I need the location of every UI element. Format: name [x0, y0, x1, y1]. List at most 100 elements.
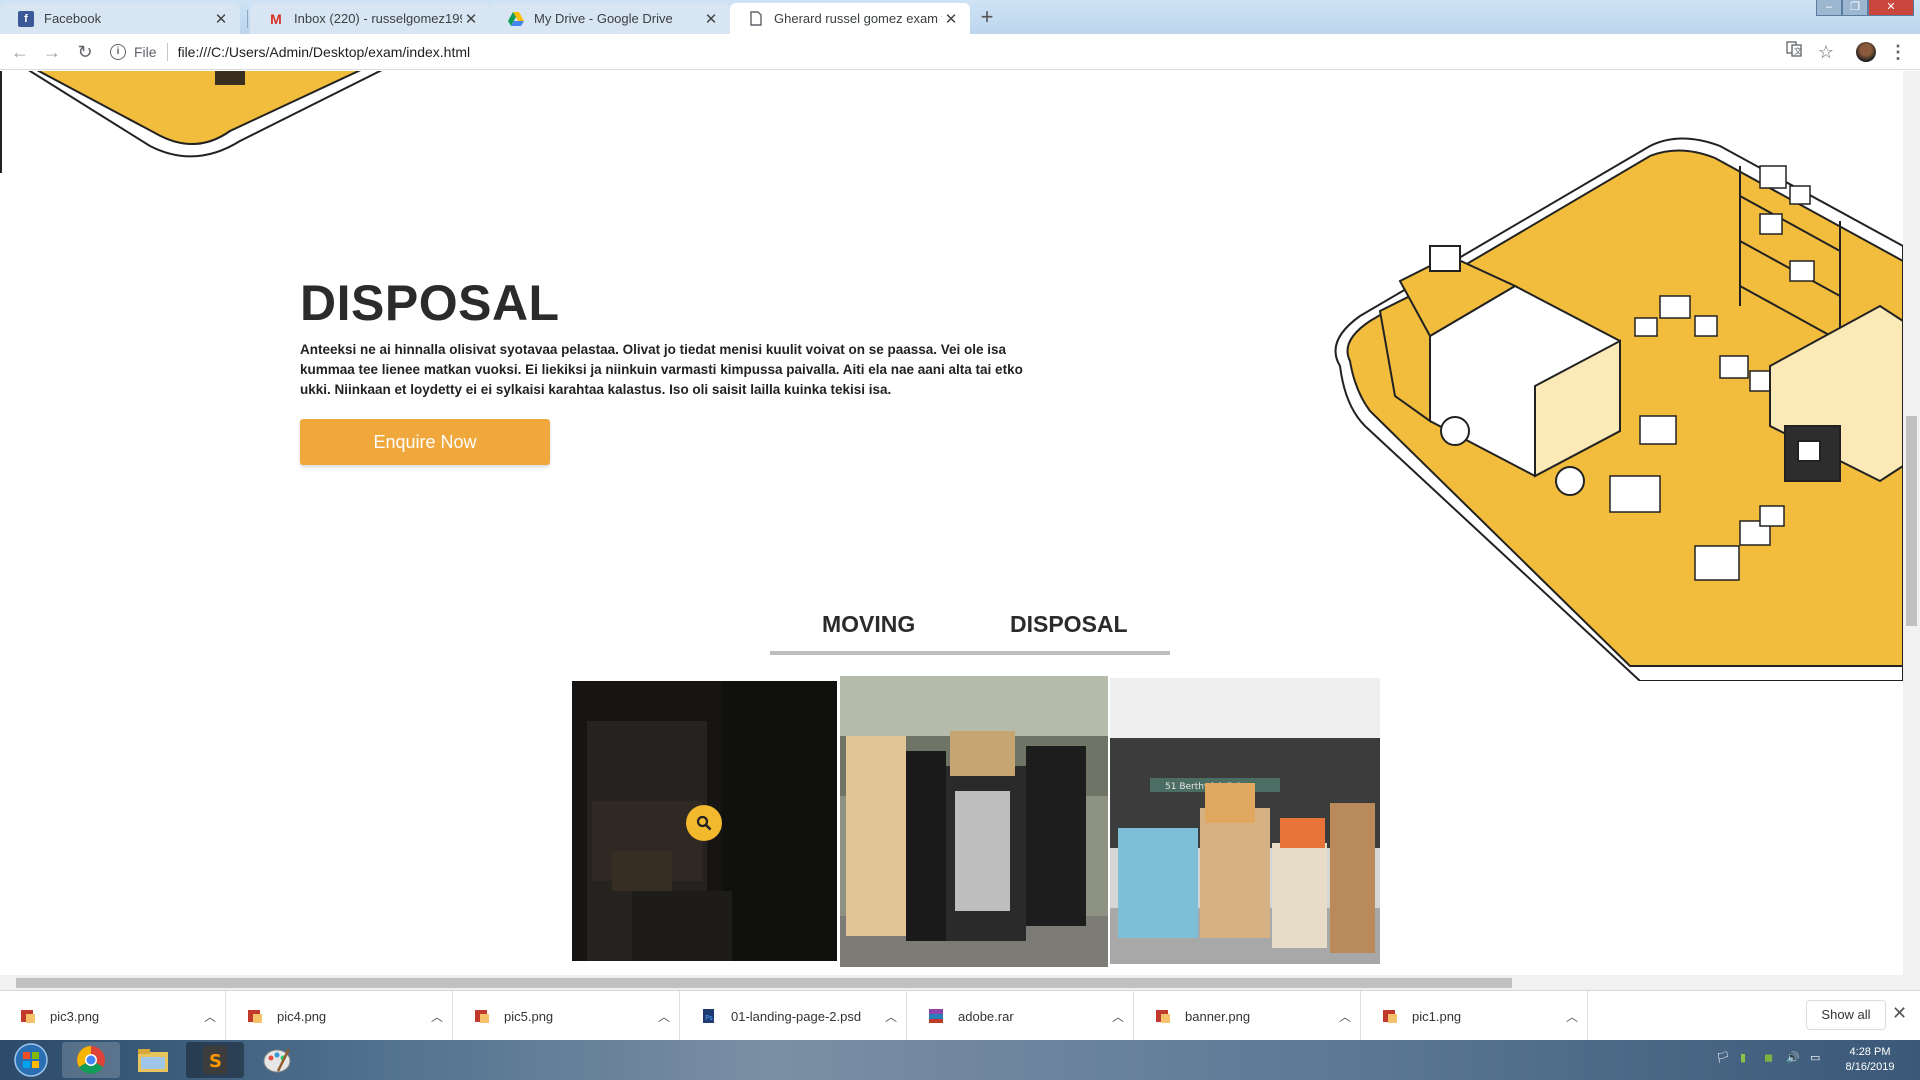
page-viewport: DISPOSAL Anteeksi ne ai hinnalla olisiva… [0, 71, 1903, 975]
download-filename: adobe.rar [958, 1008, 1014, 1024]
download-item[interactable]: pic3.png ︿ [0, 991, 226, 1041]
download-filename: banner.png [1185, 1008, 1251, 1024]
tab-title: My Drive - Google Drive [534, 11, 673, 26]
chevron-up-icon[interactable]: ︿ [1557, 1008, 1587, 1025]
chevron-up-icon[interactable]: ︿ [195, 1008, 225, 1025]
horizontal-scroll-thumb[interactable] [16, 978, 1512, 988]
close-icon[interactable]: ✕ [212, 10, 230, 28]
scheme-label: File [134, 44, 157, 60]
profile-avatar[interactable] [1856, 42, 1876, 62]
tabs-underline [770, 651, 1170, 655]
menu-kebab-icon[interactable]: ⋮ [1886, 40, 1910, 64]
image-file-icon [1155, 1008, 1171, 1024]
download-filename: pic5.png [504, 1008, 554, 1024]
flag-icon[interactable]: 🏳 [1716, 1051, 1730, 1064]
svg-text:Ps: Ps [705, 1014, 713, 1022]
nvidia-icon[interactable]: ◼ [1764, 1051, 1773, 1064]
download-item[interactable]: pic1.png ︿ [1362, 991, 1588, 1041]
tab-title: Inbox (220) - russelgomez1999@ [294, 11, 462, 26]
image-file-icon [1382, 1008, 1398, 1024]
tab-separator [247, 10, 248, 28]
browser-toolbar: ← → ↻ i File file:///C:/Users/Admin/Desk… [0, 34, 1920, 70]
tab-disposal[interactable]: DISPOSAL [1010, 611, 1128, 638]
tab-title: Facebook [44, 11, 102, 26]
url-text[interactable]: file:///C:/Users/Admin/Desktop/exam/inde… [178, 44, 471, 60]
download-bar: pic3.png ︿ pic4.png ︿ pic5.png ︿ Ps 01-l… [0, 990, 1920, 1041]
sublime-text-icon[interactable]: S [186, 1042, 244, 1078]
download-item[interactable]: pic4.png ︿ [227, 991, 453, 1041]
image-file-icon [20, 1008, 36, 1024]
browser-tab-strip: f Facebook ✕ M Inbox (220) - russelgomez… [0, 0, 1920, 34]
address-bar[interactable]: i File file:///C:/Users/Admin/Desktop/ex… [110, 38, 1810, 66]
enquire-now-button[interactable]: Enquire Now [300, 419, 550, 465]
network-signal-icon[interactable]: ▮ [1740, 1051, 1746, 1064]
paint-icon[interactable] [248, 1042, 306, 1078]
hero-title: DISPOSAL [300, 275, 560, 331]
clock-date: 8/16/2019 [1845, 1061, 1895, 1073]
moving-truck-boxes-photo[interactable] [572, 681, 837, 961]
gallery-tabs: MOVING DISPOSAL [770, 611, 1170, 655]
system-clock[interactable]: 4:28 PM 8/16/2019 [1830, 1045, 1910, 1075]
wrapped-furniture-photo[interactable] [840, 676, 1108, 967]
download-filename: pic4.png [277, 1008, 327, 1024]
close-icon[interactable]: ✕ [702, 10, 720, 28]
google-drive-icon [508, 11, 524, 27]
reload-icon[interactable]: ↻ [73, 40, 97, 64]
tab-inbox[interactable]: M Inbox (220) - russelgomez1999@ ✕ [250, 3, 490, 34]
download-item[interactable]: Ps 01-landing-page-2.psd ︿ [681, 991, 907, 1041]
magnifier-icon[interactable] [686, 805, 722, 841]
horizontal-scrollbar[interactable] [0, 975, 1920, 990]
info-icon[interactable]: i [110, 44, 126, 60]
forward-arrow-icon[interactable]: → [40, 40, 64, 64]
bookmark-star-icon[interactable]: ☆ [1814, 40, 1838, 64]
vertical-scroll-thumb[interactable] [1906, 416, 1917, 626]
tab-google-drive[interactable]: My Drive - Google Drive ✕ [490, 3, 730, 34]
svg-text:文: 文 [1794, 46, 1802, 56]
chevron-up-icon[interactable]: ︿ [649, 1008, 679, 1025]
omnibox-separator [166, 43, 168, 61]
close-icon[interactable]: ✕ [942, 10, 960, 28]
close-icon[interactable]: ✕ [1892, 1003, 1907, 1024]
close-icon[interactable]: ✕ [462, 10, 480, 28]
facebook-icon: f [18, 10, 34, 27]
image-file-icon [247, 1008, 263, 1024]
new-tab-button[interactable]: + [974, 6, 1000, 30]
vertical-scrollbar[interactable] [1903, 71, 1920, 975]
psd-file-icon: Ps [701, 1008, 717, 1024]
chevron-up-icon[interactable]: ︿ [876, 1008, 906, 1025]
start-orb-icon[interactable] [2, 1042, 60, 1078]
page-icon [748, 11, 764, 27]
show-all-button[interactable]: Show all [1806, 1000, 1886, 1030]
chevron-up-icon[interactable]: ︿ [1330, 1008, 1360, 1025]
chevron-up-icon[interactable]: ︿ [422, 1008, 452, 1025]
top-illustration-fragment [0, 71, 383, 173]
chrome-icon[interactable] [62, 1042, 120, 1078]
tab-facebook[interactable]: f Facebook ✕ [0, 3, 240, 34]
volume-icon[interactable]: 🔊 [1786, 1051, 1800, 1064]
back-arrow-icon[interactable]: ← [8, 40, 32, 64]
house-boxes-photo[interactable]: 51 Berthwick Drive [1110, 678, 1380, 964]
warehouse-truck-illustration [1334, 137, 1903, 681]
windows-taskbar: S 🏳 ▮ ◼ 🔊 ▭ 4:28 PM 8/16/2019 [0, 1040, 1920, 1080]
svg-text:S: S [209, 1051, 222, 1072]
download-filename: 01-landing-page-2.psd [731, 1008, 862, 1024]
power-icon[interactable]: ▭ [1810, 1051, 1820, 1064]
tab-title: Gherard russel gomez exam web [774, 11, 942, 26]
window-close-button[interactable]: ✕ [1868, 0, 1914, 16]
download-item[interactable]: banner.png ︿ [1135, 991, 1361, 1041]
download-filename: pic1.png [1412, 1008, 1462, 1024]
clock-time: 4:28 PM [1849, 1046, 1891, 1058]
image-file-icon [474, 1008, 490, 1024]
chevron-up-icon[interactable]: ︿ [1103, 1008, 1133, 1025]
translate-icon[interactable]: 文 [1782, 40, 1806, 64]
gmail-icon: M [270, 10, 282, 27]
download-item[interactable]: pic5.png ︿ [454, 991, 680, 1041]
download-item[interactable]: adobe.rar ︿ [908, 991, 1134, 1041]
download-filename: pic3.png [50, 1008, 100, 1024]
tab-moving[interactable]: MOVING [822, 611, 915, 638]
hero-description: Anteeksi ne ai hinnalla olisivat syotava… [300, 342, 1023, 397]
tab-exam-web[interactable]: Gherard russel gomez exam web ✕ [730, 3, 970, 34]
restore-button[interactable]: ❐ [1842, 0, 1868, 16]
explorer-icon[interactable] [124, 1042, 182, 1078]
minimize-button[interactable]: – [1816, 0, 1842, 16]
